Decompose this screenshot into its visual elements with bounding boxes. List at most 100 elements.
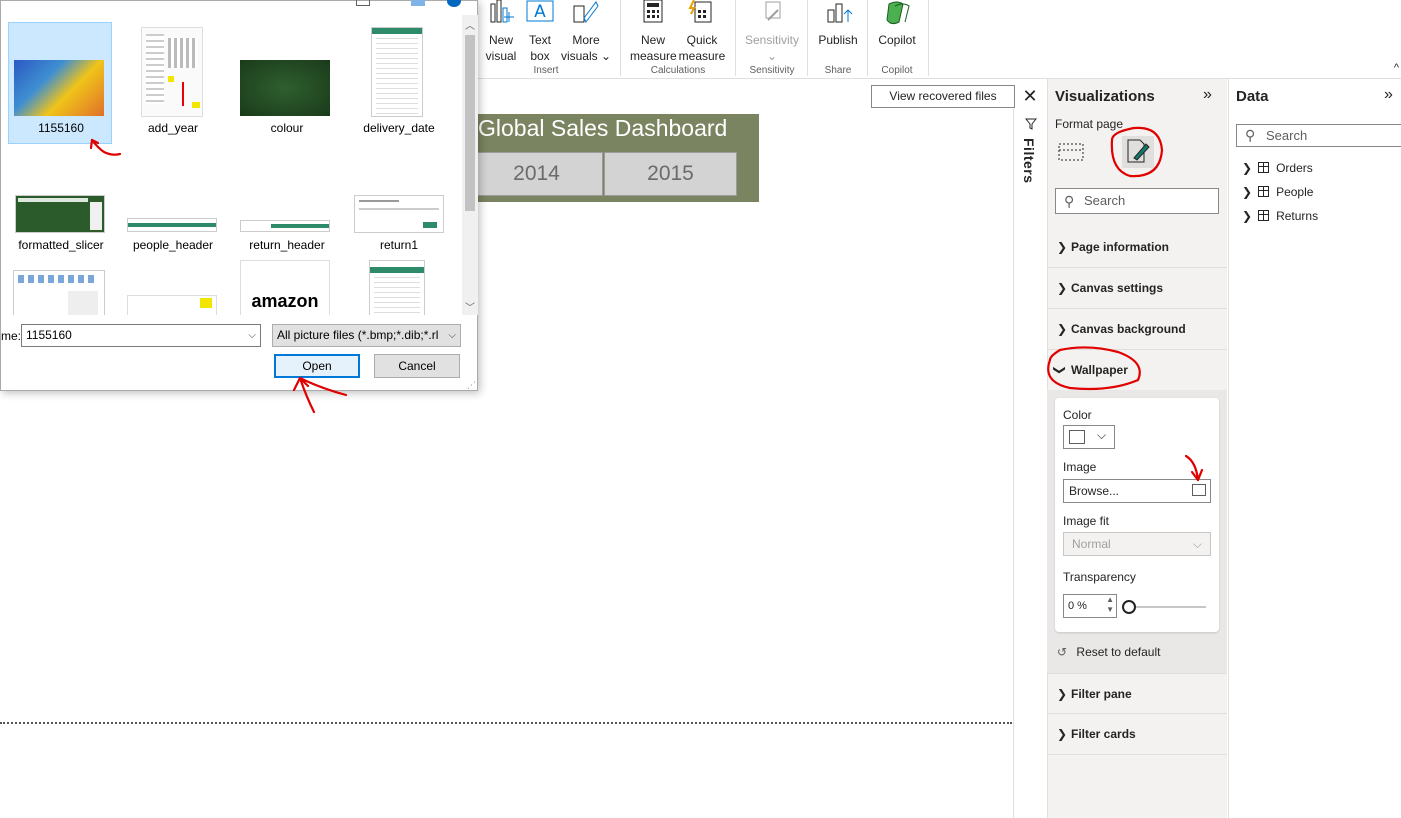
data-search-input[interactable]: ⚲ Search [1236, 124, 1401, 147]
section-canvas-background[interactable]: ❯ Canvas background [1047, 309, 1227, 350]
section-filter-pane[interactable]: ❯ Filter pane [1047, 673, 1227, 714]
view-recovered-files-button[interactable]: View recovered files [871, 85, 1015, 108]
view-icon[interactable] [356, 0, 370, 6]
reset-icon: ↺ [1057, 645, 1068, 659]
transparency-slider-thumb[interactable] [1122, 600, 1136, 614]
filters-pane-collapsed[interactable] [1013, 109, 1047, 818]
more-visuals-button[interactable]: More visuals ⌄ [560, 0, 612, 64]
format-search-input[interactable]: ⚲ Search [1055, 188, 1219, 214]
data-table-label: Orders [1276, 161, 1313, 175]
section-filter-cards[interactable]: ❯ Filter cards [1047, 714, 1227, 755]
filter-icon [1024, 118, 1038, 133]
quick-measure-icon [688, 0, 716, 28]
table-icon [1258, 210, 1270, 221]
format-page-tab-icon[interactable] [1122, 136, 1154, 168]
transparency-input[interactable]: 0 % ▲ ▼ [1063, 594, 1117, 618]
data-table-returns[interactable]: ❯ Returns [1242, 209, 1318, 223]
image-browse-field[interactable]: Browse... [1063, 479, 1211, 503]
new-measure-label-2: measure [630, 49, 677, 63]
slicer-year-2015[interactable]: 2015 [604, 152, 737, 196]
chevron-right-icon: ❯ [1057, 322, 1068, 336]
scrollbar-thumb[interactable] [465, 35, 475, 211]
new-measure-button[interactable]: New measure [630, 0, 677, 64]
file-name: return1 [379, 238, 419, 252]
section-filter-pane-label: Filter pane [1071, 687, 1132, 701]
transparency-value: 0 % [1068, 600, 1087, 612]
file-thumbnail [13, 270, 105, 315]
chevron-down-icon: ⌵ [1192, 537, 1202, 551]
copilot-label: Copilot [878, 33, 916, 47]
file-thumbnail [127, 295, 217, 315]
file-type-value: All picture files (*.bmp;*.dib;*.rl [277, 328, 439, 342]
section-canvas-settings[interactable]: ❯ Canvas settings [1047, 268, 1227, 309]
dashboard-title: Global Sales Dashboard [478, 115, 728, 141]
image-browse-icon[interactable] [1192, 484, 1206, 496]
scroll-up-icon[interactable]: ︿ [465, 17, 475, 32]
new-visual-button[interactable]: New visual [484, 0, 518, 64]
publish-icon [824, 0, 853, 28]
file-thumbnail [141, 27, 203, 117]
quick-measure-button[interactable]: Quick measure [678, 0, 726, 64]
expand-pane-icon[interactable]: » [1384, 86, 1393, 104]
file-name: return_header [249, 238, 325, 252]
svg-text:A: A [534, 2, 546, 22]
transparency-slider-track[interactable] [1128, 606, 1206, 608]
sensitivity-icon [758, 0, 786, 28]
chevron-right-icon: ❯ [1057, 687, 1068, 701]
color-picker[interactable]: ⌵ [1063, 425, 1115, 449]
filters-label[interactable]: Filters [1021, 138, 1037, 184]
file-thumbnail [354, 195, 444, 233]
file-name: people_header [132, 238, 214, 252]
sensitivity-button[interactable]: Sensitivity ⌄ [742, 0, 802, 64]
page-boundary-line [0, 722, 1012, 724]
data-table-orders[interactable]: ❯ Orders [1242, 161, 1313, 175]
text-box-button[interactable]: A Text box [524, 0, 556, 64]
preview-pane-icon[interactable] [411, 0, 425, 6]
file-type-select[interactable]: All picture files (*.bmp;*.dib;*.rl ⌵ [272, 324, 461, 347]
reset-to-default-button[interactable]: ↺ Reset to default [1057, 645, 1160, 659]
quick-measure-label-1: Quick [686, 33, 718, 47]
chevron-right-icon: ❯ [1242, 161, 1253, 175]
file-list[interactable]: 1155160 add_year colour delivery_date fo… [1, 15, 462, 315]
help-icon[interactable] [447, 0, 461, 7]
scroll-down-icon[interactable]: ﹀ [465, 299, 475, 314]
file-name-input[interactable]: 1155160 ⌵ [21, 324, 261, 347]
group-label-calculations: Calculations [650, 65, 706, 76]
build-visual-tab-icon[interactable] [1058, 138, 1086, 166]
group-label-insert: Insert [533, 65, 559, 76]
chevron-down-icon[interactable]: ⌵ [248, 325, 256, 346]
file-thumbnail [240, 60, 330, 116]
collapse-ribbon-icon[interactable]: ^ [1394, 62, 1399, 74]
group-separator [867, 0, 868, 76]
file-name: add_year [147, 121, 199, 135]
resize-grip-icon[interactable]: ⋰ [467, 380, 476, 391]
data-table-people[interactable]: ❯ People [1242, 185, 1313, 199]
file-name-value: 1155160 [26, 328, 72, 342]
new-visual-icon [487, 0, 515, 28]
new-measure-label-1: New [640, 33, 665, 47]
image-fit-select[interactable]: Normal ⌵ [1063, 532, 1211, 556]
open-button[interactable]: Open [274, 354, 360, 378]
section-page-information[interactable]: ❯ Page information [1047, 227, 1227, 268]
spinner-icon[interactable]: ▲ ▼ [1106, 595, 1114, 615]
group-separator [928, 0, 929, 76]
chevron-right-icon: ❯ [1057, 240, 1068, 254]
section-wallpaper-label: Wallpaper [1071, 363, 1128, 377]
expand-pane-icon[interactable]: » [1203, 86, 1212, 104]
group-label-copilot: Copilot [881, 65, 913, 76]
more-visuals-label-2: visuals ⌄ [560, 49, 612, 63]
close-icon[interactable]: ✕ [1020, 85, 1040, 107]
amazon-logo-text: amazon [251, 291, 319, 311]
file-list-scrollbar[interactable]: ︿ ﹀ [462, 15, 478, 315]
slicer-year-2014[interactable]: 2014 [470, 152, 603, 196]
transparency-label: Transparency [1063, 570, 1136, 584]
format-search-placeholder: Search [1084, 193, 1126, 208]
publish-button[interactable]: Publish [816, 0, 860, 48]
section-wallpaper[interactable]: ❯ Wallpaper [1047, 350, 1227, 391]
cancel-button[interactable]: Cancel [374, 354, 460, 378]
section-canvas-background-label: Canvas background [1071, 322, 1186, 336]
data-pane-title: Data [1236, 88, 1269, 105]
format-page-label: Format page [1055, 117, 1124, 131]
copilot-button[interactable]: Copilot [874, 0, 920, 48]
file-thumbnail [127, 218, 217, 232]
